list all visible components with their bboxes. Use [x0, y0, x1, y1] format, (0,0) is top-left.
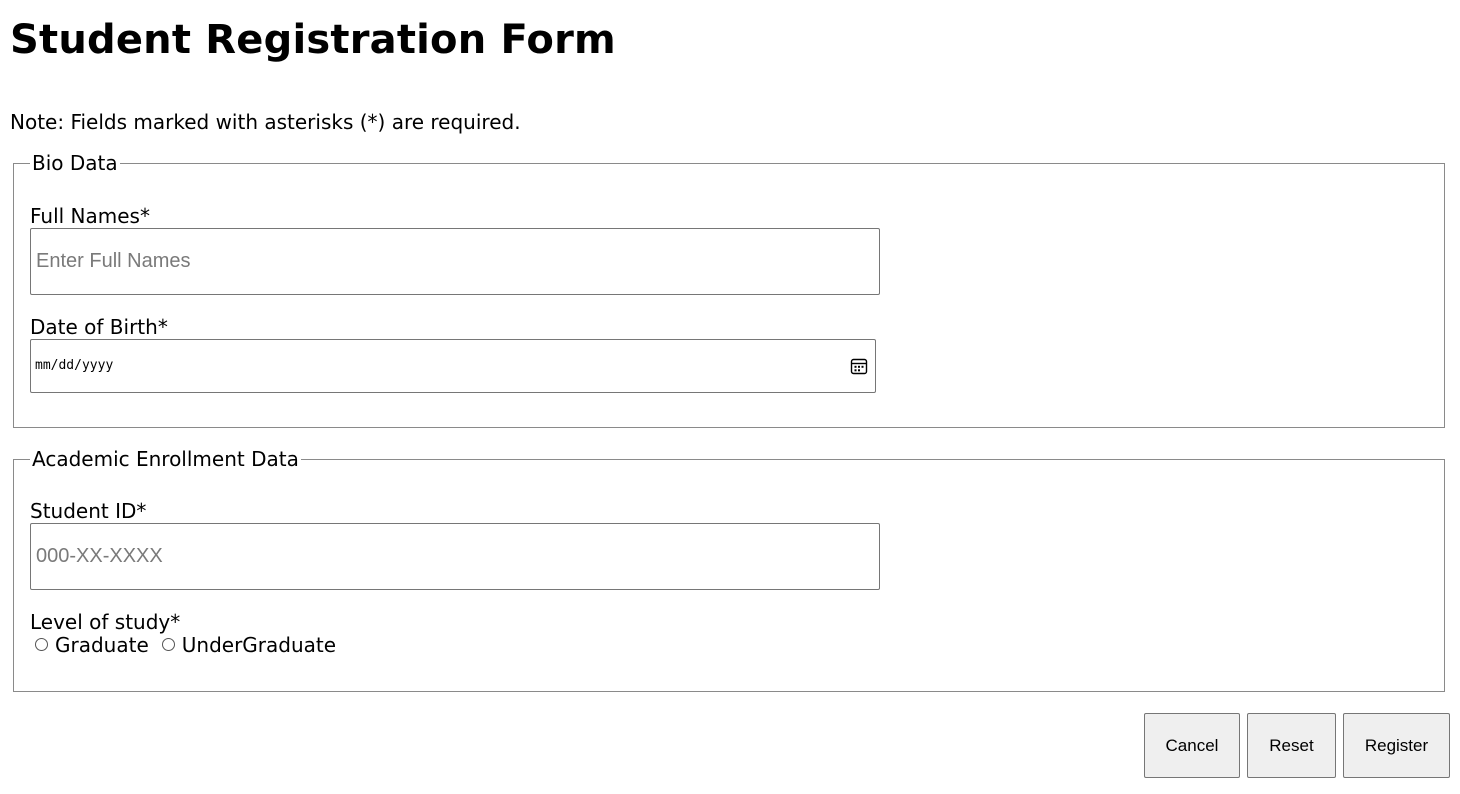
- academic-enrollment-legend: Academic Enrollment Data: [30, 446, 301, 472]
- student-id-input[interactable]: [30, 523, 880, 590]
- required-note: Note: Fields marked with asterisks (*) a…: [10, 110, 521, 134]
- cancel-button[interactable]: Cancel: [1144, 713, 1240, 778]
- full-names-label: Full Names*: [30, 204, 150, 228]
- level-of-study-options: Graduate UnderGraduate: [35, 632, 349, 658]
- undergraduate-radio-label[interactable]: UnderGraduate: [182, 632, 336, 658]
- date-of-birth-label: Date of Birth*: [30, 315, 168, 339]
- page-title: Student Registration Form: [10, 17, 616, 63]
- register-button[interactable]: Register: [1343, 713, 1450, 778]
- graduate-radio[interactable]: [35, 637, 48, 651]
- date-of-birth-input[interactable]: mm/dd/yyyy: [30, 339, 876, 393]
- student-id-label: Student ID*: [30, 499, 147, 523]
- undergraduate-radio[interactable]: [161, 637, 175, 651]
- full-names-input[interactable]: [30, 228, 880, 295]
- calendar-icon[interactable]: [849, 356, 869, 376]
- date-of-birth-placeholder: mm/dd/yyyy: [35, 358, 114, 373]
- reset-button[interactable]: Reset: [1247, 713, 1336, 778]
- bio-data-legend: Bio Data: [30, 150, 120, 176]
- bio-data-fieldset: Bio Data Full Names* Date of Birth* mm/d…: [13, 150, 1445, 428]
- academic-enrollment-fieldset: Academic Enrollment Data Student ID* Lev…: [13, 446, 1445, 692]
- graduate-radio-label[interactable]: Graduate: [55, 632, 149, 658]
